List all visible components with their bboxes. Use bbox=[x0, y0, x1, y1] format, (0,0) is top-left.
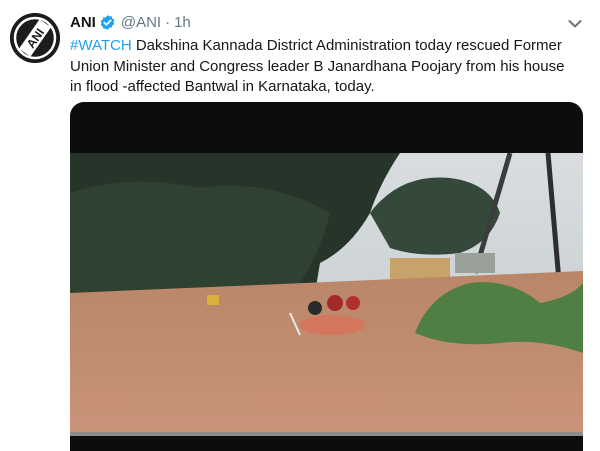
tweet-body: Dakshina Kannada District Administration… bbox=[70, 37, 565, 95]
timestamp[interactable]: 1h bbox=[174, 14, 191, 31]
tweet-header: ANI @ANI · 1h bbox=[70, 11, 191, 33]
flood-video-frame bbox=[70, 153, 583, 436]
tweet-text: #WATCH Dakshina Kannada District Adminis… bbox=[70, 36, 580, 98]
chevron-down-icon[interactable] bbox=[568, 16, 582, 28]
tweet[interactable]: ANI ANI @ANI · 1h #WATCH Dakshina Kannad… bbox=[0, 0, 600, 451]
ani-logo-icon[interactable]: ANI bbox=[10, 13, 60, 63]
author-name[interactable]: ANI bbox=[70, 14, 96, 31]
author-handle[interactable]: @ANI bbox=[121, 14, 161, 31]
hashtag-watch[interactable]: #WATCH bbox=[70, 37, 132, 54]
verified-badge-icon bbox=[99, 14, 116, 31]
separator-dot: · bbox=[165, 13, 171, 31]
video-player[interactable] bbox=[70, 102, 583, 451]
